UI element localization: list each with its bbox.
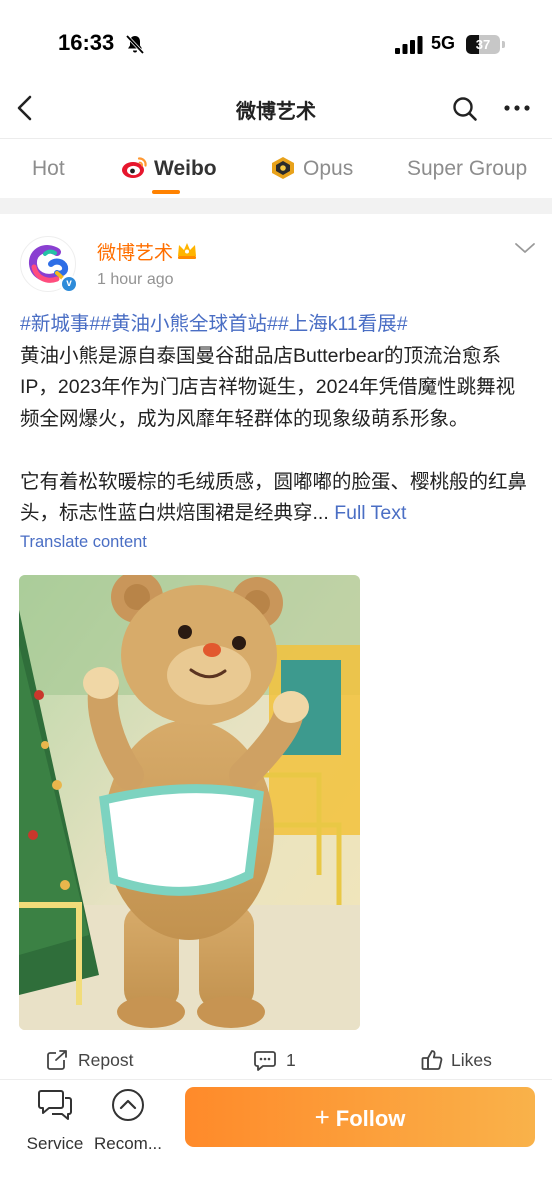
tab-hot[interactable]: Hot — [32, 157, 65, 181]
search-icon[interactable] — [452, 96, 478, 122]
repost-label: Repost — [78, 1050, 134, 1070]
like-button[interactable]: Likes — [421, 1046, 511, 1076]
recommend-label: Recom... — [93, 1134, 163, 1153]
section-separator — [0, 198, 552, 214]
chevron-down-icon[interactable] — [514, 241, 536, 255]
battery-icon: 37 — [466, 35, 500, 54]
tab-opus[interactable]: Opus — [303, 157, 353, 181]
translate-link[interactable]: Translate content — [20, 533, 147, 552]
chevron-up-circle-icon — [112, 1089, 144, 1121]
repost-button[interactable]: Repost — [46, 1046, 146, 1076]
tab-weibo[interactable]: Weibo — [154, 157, 217, 181]
post-paragraph-2: 它有着松软暖棕的毛绒质感，圆嘟嘟的脸蛋、樱桃般的红鼻头，标志性蓝白烘焙围裙是经典… — [20, 470, 528, 525]
recommend-button[interactable]: Recom... — [91, 1088, 165, 1158]
signal-icon — [395, 36, 423, 54]
tab-super-group[interactable]: Super Group — [407, 157, 527, 181]
weibo-logo-icon — [122, 157, 147, 178]
battery-level: 37 — [475, 37, 491, 52]
author-name[interactable]: 微博艺术 — [97, 238, 173, 265]
tab-active-indicator — [152, 190, 180, 194]
likes-label: Likes — [451, 1050, 492, 1070]
service-button[interactable]: Service — [18, 1088, 92, 1158]
status-bar: 16:33 5G 37 — [0, 0, 552, 80]
nav-divider — [0, 138, 552, 139]
vip-crown-icon — [178, 243, 196, 259]
plus-icon: + — [314, 1102, 330, 1132]
hashtag-links[interactable]: #新城事##黄油小熊全球首站##上海k11看展# — [20, 309, 534, 341]
bell-muted-icon — [125, 34, 145, 55]
follow-button[interactable]: + Follow — [185, 1087, 535, 1147]
comment-icon — [254, 1051, 276, 1071]
more-icon[interactable] — [503, 102, 531, 114]
network-label: 5G — [431, 33, 456, 53]
follow-label: Follow — [335, 1106, 406, 1131]
comment-button[interactable]: 1 — [254, 1046, 304, 1076]
post-timestamp: 1 hour ago — [97, 271, 174, 288]
post-photo[interactable] — [19, 575, 360, 1030]
repost-icon — [47, 1050, 68, 1070]
chat-bubbles-icon — [38, 1090, 72, 1120]
nav-bar: 微博艺术 — [0, 80, 552, 138]
comment-count: 1 — [286, 1050, 296, 1070]
tab-bar: Hot Weibo Opus Super Group — [0, 140, 552, 196]
verified-badge-icon: v — [60, 275, 78, 293]
post-text: #新城事##黄油小熊全球首站##上海k11看展# 黄油小熊是源自泰国曼谷甜品店B… — [20, 309, 534, 530]
opus-badge-icon — [272, 157, 294, 179]
battery-tip — [502, 41, 505, 48]
thumbs-up-icon — [421, 1050, 443, 1070]
bottom-bar: Service Recom... + Follow — [0, 1079, 552, 1200]
post-paragraph-1: 黄油小熊是源自泰国曼谷甜品店Butterbear的顶流治愈系IP，2023年作为… — [20, 344, 516, 430]
status-time: 16:33 — [58, 30, 115, 55]
full-text-link[interactable]: Full Text — [334, 502, 406, 524]
